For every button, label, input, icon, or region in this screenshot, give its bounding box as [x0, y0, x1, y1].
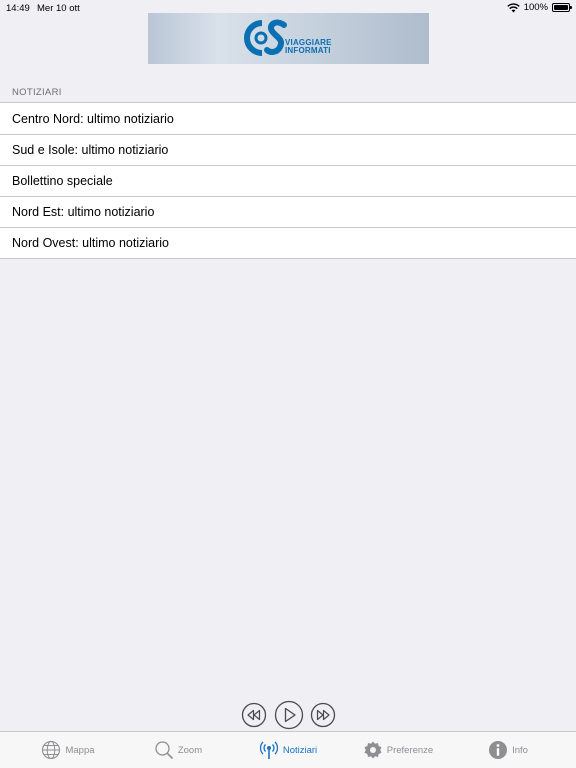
list-item-label: Nord Ovest: ultimo notiziario	[12, 236, 170, 250]
wifi-icon	[507, 2, 520, 12]
audio-player-controls	[241, 699, 336, 731]
list-item-label: Nord Est: ultimo notiziario	[12, 205, 155, 219]
status-date: Mer 10 ott	[37, 3, 80, 14]
tab-notiziari[interactable]: Notiziari	[233, 740, 343, 760]
list-item-bollettino-speciale[interactable]: Bollettino speciale	[0, 165, 576, 196]
battery-icon	[552, 3, 572, 12]
tab-zoom[interactable]: Zoom	[123, 740, 233, 760]
tab-label: Mappa	[65, 744, 95, 756]
banner-line2: INFORMATI	[285, 46, 331, 55]
viaggiare-informati-banner[interactable]: VIAGGIARE INFORMATI	[148, 13, 429, 64]
status-time: 14:49	[6, 3, 30, 14]
cciss-logo-icon	[244, 19, 287, 56]
tab-preferenze[interactable]: Preferenze	[343, 740, 453, 760]
globe-icon	[42, 740, 61, 760]
play-icon[interactable]	[274, 700, 304, 730]
news-list: Centro Nord: ultimo notiziario Sud e Iso…	[0, 102, 576, 259]
tab-label: Info	[512, 744, 528, 756]
magnifier-icon	[155, 741, 173, 759]
rewind-icon[interactable]	[241, 702, 267, 728]
section-header: NOTIZIARI	[12, 87, 62, 98]
tab-label: Notiziari	[282, 744, 318, 756]
tab-mappa[interactable]: Mappa	[13, 740, 123, 760]
tab-label: Preferenze	[386, 744, 434, 756]
list-item-label: Centro Nord: ultimo notiziario	[12, 111, 174, 126]
battery-percentage: 100%	[523, 2, 548, 13]
gear-icon	[364, 741, 382, 759]
list-item-nord-est[interactable]: Nord Est: ultimo notiziario	[0, 196, 576, 227]
banner-text: VIAGGIARE INFORMATI	[285, 39, 332, 55]
info-icon	[489, 741, 508, 759]
broadcast-icon	[259, 741, 278, 759]
list-item-label: Sud e Isole: ultimo notiziario	[12, 143, 169, 157]
list-item-centro-nord[interactable]: Centro Nord: ultimo notiziario	[0, 103, 576, 134]
status-right: 100%	[507, 2, 572, 13]
fast-forward-icon[interactable]	[310, 702, 336, 728]
tab-info[interactable]: Info	[453, 740, 563, 760]
list-item-nord-ovest[interactable]: Nord Ovest: ultimo notiziario	[0, 227, 576, 258]
tab-bar: Mappa Zoom Notiziari Preferenze Info	[0, 731, 576, 768]
tab-label: Zoom	[177, 744, 203, 756]
list-item-label: Bollettino speciale	[12, 174, 113, 188]
list-item-sud-isole[interactable]: Sud e Isole: ultimo notiziario	[0, 134, 576, 165]
